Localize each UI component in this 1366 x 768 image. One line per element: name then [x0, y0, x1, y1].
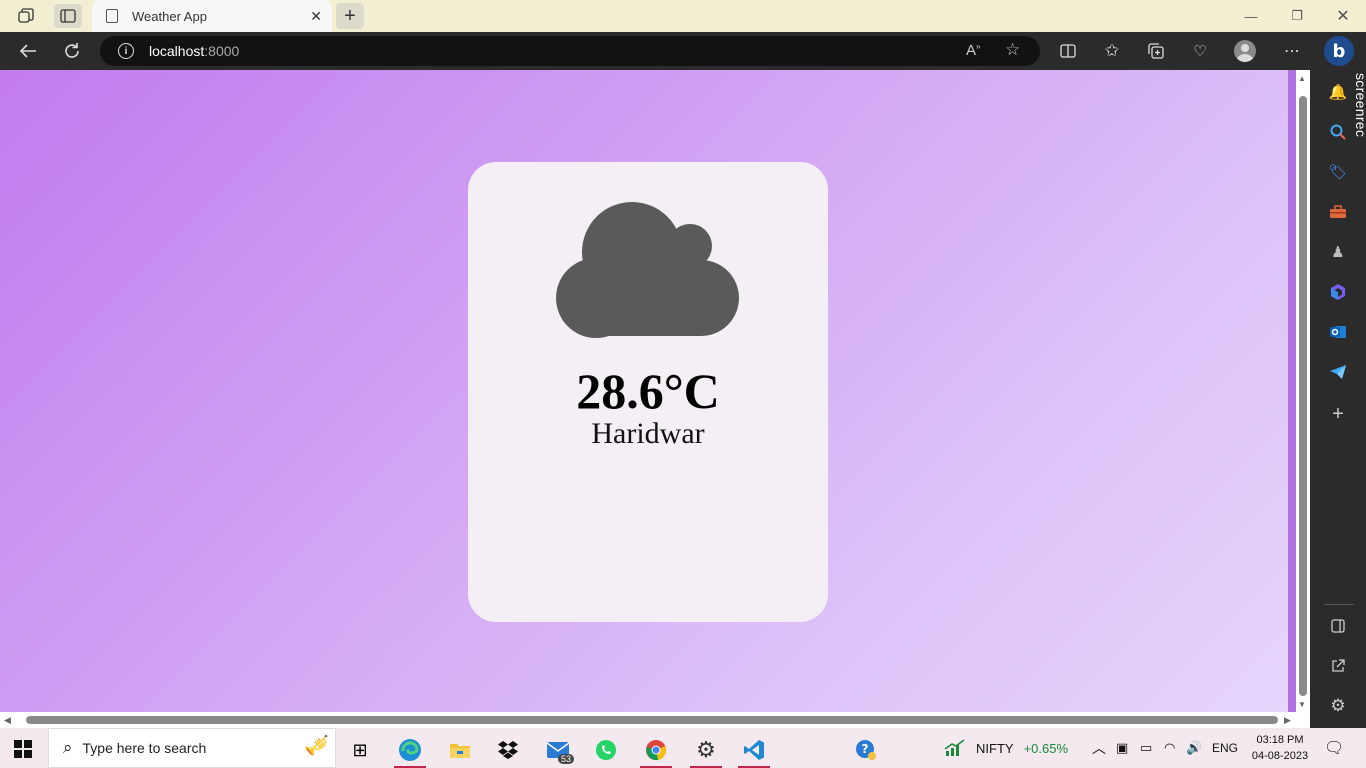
screenrec-overlay[interactable]: screenrec [1350, 70, 1366, 170]
site-info-icon[interactable]: i [118, 43, 134, 59]
minimize-button[interactable]: — [1228, 0, 1274, 32]
scroll-right-arrow-icon[interactable]: ▶ [1284, 715, 1291, 726]
nifty-label: NIFTY [976, 740, 1014, 756]
whatsapp-icon[interactable] [586, 732, 626, 768]
games-icon[interactable]: ♟ [1328, 242, 1348, 262]
toolbox-icon[interactable] [1328, 202, 1348, 222]
restore-button[interactable]: ❐ [1274, 0, 1320, 32]
external-link-icon[interactable] [1328, 656, 1348, 676]
telegram-icon[interactable] [1328, 362, 1348, 382]
task-view-icon[interactable]: ⊞ [340, 732, 380, 768]
scroll-down-arrow-icon[interactable]: ▼ [1298, 700, 1306, 709]
temperature: 28.6°C [576, 363, 720, 419]
outlook-icon[interactable] [1328, 322, 1348, 342]
volume-icon[interactable]: 🔊 [1186, 728, 1202, 768]
vertical-scrollbar[interactable]: ▲ ▼ [1296, 70, 1310, 712]
microsoft-365-icon[interactable] [1328, 282, 1348, 302]
screenrec-label: screenrec [1353, 73, 1366, 138]
url-host: localhost [149, 43, 205, 59]
profile-avatar[interactable] [1234, 40, 1256, 62]
language-indicator[interactable]: ENG [1212, 728, 1238, 768]
tab-weather-app[interactable]: Weather App ✕ [92, 0, 332, 32]
show-hidden-icons-chevron-icon[interactable]: ︿ [1092, 728, 1106, 768]
close-window-button[interactable]: ✕ [1320, 0, 1366, 32]
add-icon[interactable]: + [1328, 403, 1348, 425]
taskbar-search-box[interactable]: ⌕ Type here to search 🎺 [48, 728, 336, 768]
file-explorer-icon[interactable] [440, 732, 480, 768]
search-magnifier-icon: ⌕ [63, 738, 73, 757]
tab-actions-icon[interactable] [54, 4, 82, 28]
scroll-up-arrow-icon[interactable]: ▲ [1298, 74, 1306, 83]
help-icon[interactable]: ? [846, 732, 886, 768]
browser-essentials-icon[interactable]: ♡ [1188, 40, 1212, 62]
favorites-icon[interactable]: ✩ [1100, 40, 1124, 62]
trumpet-doodle-icon: 🎺 [304, 735, 329, 757]
back-icon[interactable] [14, 38, 42, 64]
clock-date: 04-08-2023 [1251, 750, 1309, 762]
address-bar[interactable]: i localhost:8000 A» ☆ [100, 36, 1040, 66]
dropbox-icon[interactable] [488, 732, 528, 768]
settings-icon[interactable]: ⚙ [1328, 696, 1348, 716]
stock-chart-icon [944, 739, 965, 756]
edge-browser-icon[interactable] [390, 732, 430, 768]
favorite-star-icon[interactable]: ☆ [1005, 40, 1020, 60]
nifty-change: +0.65% [1023, 740, 1069, 756]
workspaces-icon[interactable] [12, 4, 40, 28]
battery-icon[interactable]: ▭ [1140, 728, 1152, 768]
url-port: :8000 [204, 43, 240, 59]
svg-text:?: ? [862, 742, 869, 756]
split-screen-icon[interactable] [1056, 40, 1080, 62]
horizontal-scrollbar[interactable]: ◀ ▶ [0, 712, 1296, 728]
windows-taskbar: ⌕ Type here to search 🎺 ⊞ 53 ⚙ ? NIFTY +… [0, 728, 1366, 768]
sidebar-divider [1324, 604, 1354, 605]
navigation-bar: i localhost:8000 A» ☆ ✩ ♡ ⋯ b [0, 32, 1366, 70]
refresh-icon[interactable] [58, 38, 86, 64]
page-icon [106, 9, 118, 23]
close-tab-icon[interactable]: ✕ [310, 8, 322, 25]
read-aloud-icon[interactable]: A» [966, 42, 980, 59]
scrollbar-corner [1296, 712, 1310, 728]
weather-card: 28.6°C Haridwar [468, 162, 828, 622]
collections-icon[interactable] [1144, 40, 1168, 62]
notification-center-icon[interactable]: 🗨 [1324, 728, 1344, 768]
meet-now-icon[interactable]: ▣ [1116, 728, 1128, 768]
cloud-icon [556, 202, 739, 338]
chrome-icon[interactable] [636, 732, 676, 768]
tab-title: Weather App [132, 8, 207, 24]
page-edge [1288, 70, 1296, 712]
mail-icon[interactable]: 53 [538, 732, 578, 768]
settings-gear-icon[interactable]: ⚙ [686, 732, 726, 768]
new-tab-button[interactable]: + [336, 3, 364, 29]
more-menu-icon[interactable]: ⋯ [1280, 40, 1304, 62]
shopping-tag-icon[interactable]: 🏷 [1328, 162, 1348, 182]
city-name: Haridwar [591, 417, 705, 450]
bell-icon[interactable]: 🔔 [1328, 82, 1348, 102]
clock-time: 03:18 PM [1256, 734, 1304, 746]
search-icon[interactable] [1328, 122, 1348, 142]
horizontal-scroll-thumb[interactable] [26, 716, 1278, 724]
nifty-widget[interactable]: NIFTY +0.65% [944, 728, 1068, 768]
bing-copilot-icon[interactable]: b [1324, 36, 1354, 66]
vscode-icon[interactable] [734, 732, 774, 768]
system-clock[interactable]: 03:18 PM 04-08-2023 [1248, 732, 1312, 764]
wifi-icon[interactable]: ◠ [1164, 728, 1175, 768]
mail-badge: 53 [557, 754, 574, 764]
title-bar: Weather App ✕ + — ❐ ✕ [0, 0, 1366, 32]
search-placeholder: Type here to search [82, 740, 207, 756]
sidebar-panel-icon[interactable] [1328, 616, 1348, 636]
windows-start-icon[interactable] [14, 740, 32, 758]
scroll-left-arrow-icon[interactable]: ◀ [4, 715, 11, 726]
vertical-scroll-thumb[interactable] [1299, 96, 1307, 696]
page-viewport: 28.6°C Haridwar [0, 70, 1296, 712]
